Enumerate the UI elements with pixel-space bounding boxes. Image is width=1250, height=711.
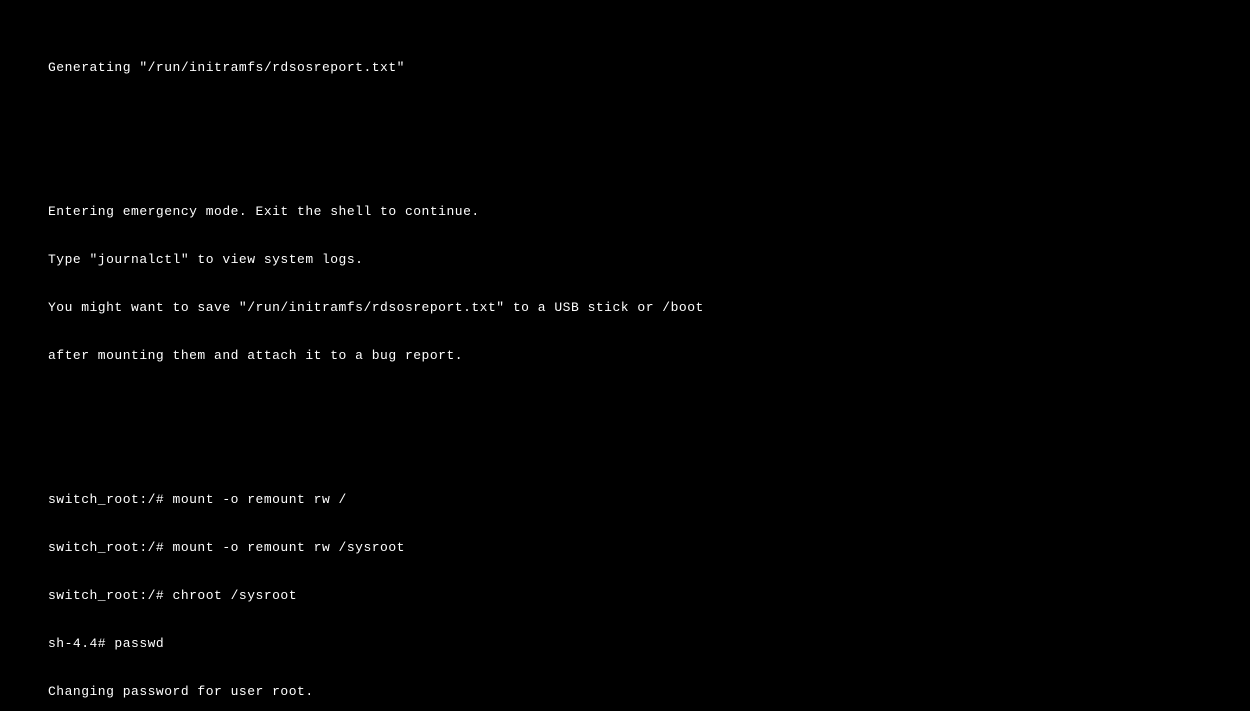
terminal-line [48,396,1250,412]
terminal-line: You might want to save "/run/initramfs/r… [48,300,1250,316]
terminal-line: switch_root:/# mount -o remount rw / [48,492,1250,508]
terminal-line: switch_root:/# mount -o remount rw /sysr… [48,540,1250,556]
terminal-line: Changing password for user root. [48,684,1250,700]
terminal-line [48,444,1250,460]
terminal-line [48,108,1250,124]
terminal-screen[interactable]: Generating "/run/initramfs/rdsosreport.t… [0,0,1250,711]
terminal-line: sh-4.4# passwd [48,636,1250,652]
terminal-line: after mounting them and attach it to a b… [48,348,1250,364]
terminal-line: Type "journalctl" to view system logs. [48,252,1250,268]
terminal-line: switch_root:/# chroot /sysroot [48,588,1250,604]
terminal-line: Entering emergency mode. Exit the shell … [48,204,1250,220]
terminal-line [48,156,1250,172]
terminal-line: Generating "/run/initramfs/rdsosreport.t… [48,60,1250,76]
